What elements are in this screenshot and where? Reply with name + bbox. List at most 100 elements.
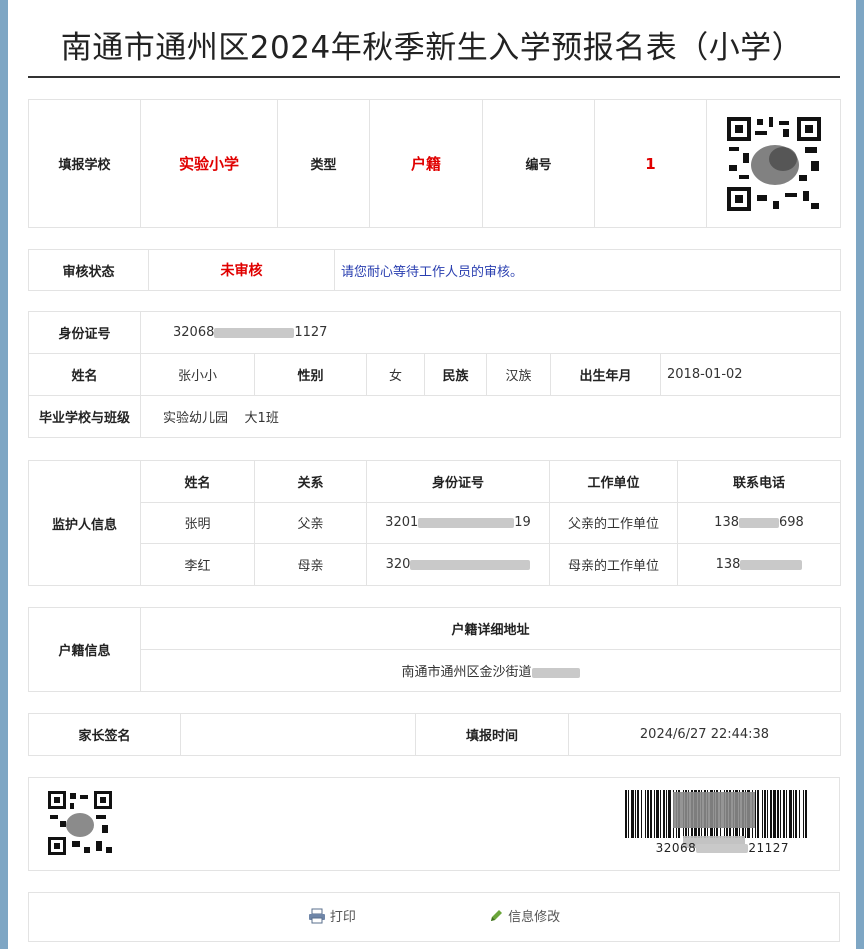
page-title: 南通市通州区2024年秋季新生入学预报名表（小学）	[60, 30, 804, 66]
signature-table: 家长签名 填报时间 2024/6/27 22:44:38	[28, 713, 841, 756]
graduate-school-label: 毕业学校与班级	[28, 395, 141, 438]
barcode-bar	[654, 790, 655, 838]
ethnic-label: 民族	[424, 353, 487, 396]
student-id-value: 32068 1127	[139, 311, 842, 354]
guardian-name: 李红	[140, 543, 255, 586]
address-text: 南通市通州区金沙街道	[401, 665, 532, 680]
fill-time-label: 填报时间	[415, 713, 569, 756]
redaction-mask	[696, 844, 749, 853]
action-table: 打印 信息修改	[28, 892, 840, 942]
student-name-label: 姓名	[28, 353, 141, 396]
qr-code-cell	[706, 99, 841, 228]
student-id-suffix: 1127	[294, 325, 328, 340]
action-cell: 打印 信息修改	[28, 892, 840, 942]
student-id-prefix: 32068	[173, 325, 215, 340]
guardian-phone-prefix: 138	[714, 515, 739, 531]
barcode-bar	[650, 790, 652, 838]
barcode-bar	[780, 790, 781, 838]
barcode-number-prefix: 32068	[655, 841, 697, 855]
guardian-id: 3201 19	[366, 501, 550, 545]
guardian-id-prefix: 320	[385, 557, 411, 573]
barcode-bar	[647, 790, 649, 838]
guardian-id: 320	[366, 543, 550, 586]
barcode-number: 32068 21127	[656, 841, 789, 855]
edit-info-label: 信息修改	[508, 910, 561, 926]
guardian-phone: 138	[677, 543, 841, 586]
guardian-phone-suffix: 698	[779, 515, 804, 531]
barcode-bar	[656, 790, 659, 838]
guardian-relation: 父亲	[254, 501, 367, 545]
barcode-bar	[783, 790, 785, 838]
type-label: 类型	[277, 99, 370, 228]
redaction-mask	[739, 517, 779, 528]
redaction-mask	[418, 517, 515, 528]
school-value: 实验小学	[140, 99, 278, 228]
barcode-bar	[773, 790, 776, 838]
barcode-bar	[641, 790, 642, 838]
print-button[interactable]: 打印	[308, 906, 356, 925]
review-status-message: 请您耐心等待工作人员的审核。	[334, 249, 841, 291]
barcode-bar	[762, 790, 763, 838]
barcode-bar	[789, 790, 792, 838]
address-value: 南通市通州区金沙街道	[140, 649, 841, 692]
barcode-bar	[645, 790, 646, 838]
registration-form-page: 南通市通州区2024年秋季新生入学预报名表（小学） 填报学校 实验小学 类型 户…	[8, 0, 856, 949]
barcode-bar	[799, 790, 800, 838]
guardian-relation: 母亲	[254, 543, 367, 586]
student-info-table: 身份证号 32068 1127 姓名 张小小 性别 女 民族 汉族 出生年月 20…	[28, 311, 842, 438]
qr-code-small	[48, 791, 112, 855]
guardian-id-suffix: 19	[514, 515, 531, 531]
barcode-bar	[803, 790, 804, 838]
birth-label: 出生年月	[550, 353, 661, 396]
student-name-value: 张小小	[140, 353, 255, 396]
school-info-table: 填报学校 实验小学 类型 户籍 编号 1	[28, 99, 841, 228]
redaction-mask	[740, 559, 803, 570]
fill-time-value: 2024/6/27 22:44:38	[568, 713, 841, 756]
gender-value: 女	[366, 353, 425, 396]
barcode-bar	[770, 790, 772, 838]
guardian-header-relation: 关系	[254, 460, 367, 503]
barcode-bar	[805, 790, 807, 838]
review-status-value: 未审核	[148, 249, 335, 291]
guardian-header-phone: 联系电话	[677, 460, 841, 503]
guardian-id-prefix: 3201	[385, 515, 419, 531]
barcode-bar	[786, 790, 787, 838]
edit-info-button[interactable]: 信息修改	[488, 906, 560, 925]
number-value: 1	[594, 99, 707, 228]
redaction-mask	[410, 559, 531, 570]
barcode-number-suffix: 21127	[748, 841, 789, 855]
guardian-header-work: 工作单位	[549, 460, 678, 503]
barcode-bar	[663, 790, 665, 838]
code-table: 32068 21127	[28, 777, 840, 871]
barcode-bar	[637, 790, 639, 838]
pencil-icon	[491, 909, 503, 921]
address-header: 户籍详细地址	[140, 607, 841, 650]
guardian-work: 母亲的工作单位	[549, 543, 678, 586]
guardian-name: 张明	[140, 501, 255, 545]
household-section-label: 户籍信息	[28, 607, 141, 692]
gender-label: 性别	[254, 353, 367, 396]
guardian-phone-prefix: 138	[715, 557, 741, 573]
household-info-table: 户籍信息 户籍详细地址 南通市通州区金沙街道	[28, 607, 841, 692]
barcode-bar	[635, 790, 636, 838]
review-status-label: 审核状态	[28, 249, 149, 291]
graduate-school-value: 实验幼儿园 大1班	[139, 395, 842, 438]
guardian-phone: 138 698	[677, 501, 841, 545]
redaction-mask	[214, 327, 295, 338]
barcode-bar	[795, 790, 797, 838]
ethnic-value: 汉族	[486, 353, 551, 396]
barcode-bar	[755, 790, 756, 838]
barcode-bar	[767, 790, 768, 838]
barcode-bar	[757, 790, 759, 838]
school-label: 填报学校	[28, 99, 141, 228]
redaction-mask	[531, 667, 580, 678]
barcode-bar	[777, 790, 779, 838]
guardian-work: 父亲的工作单位	[549, 501, 678, 545]
qr-code-large	[724, 114, 823, 213]
barcode-bar	[660, 790, 661, 838]
parent-signature-label: 家长签名	[28, 713, 181, 756]
guardian-header-id: 身份证号	[366, 460, 550, 503]
table-row: 张明 父亲 3201 19 父亲的工作单位 138 698	[29, 501, 841, 545]
title-divider	[28, 76, 840, 78]
barcode-bar	[668, 790, 671, 838]
